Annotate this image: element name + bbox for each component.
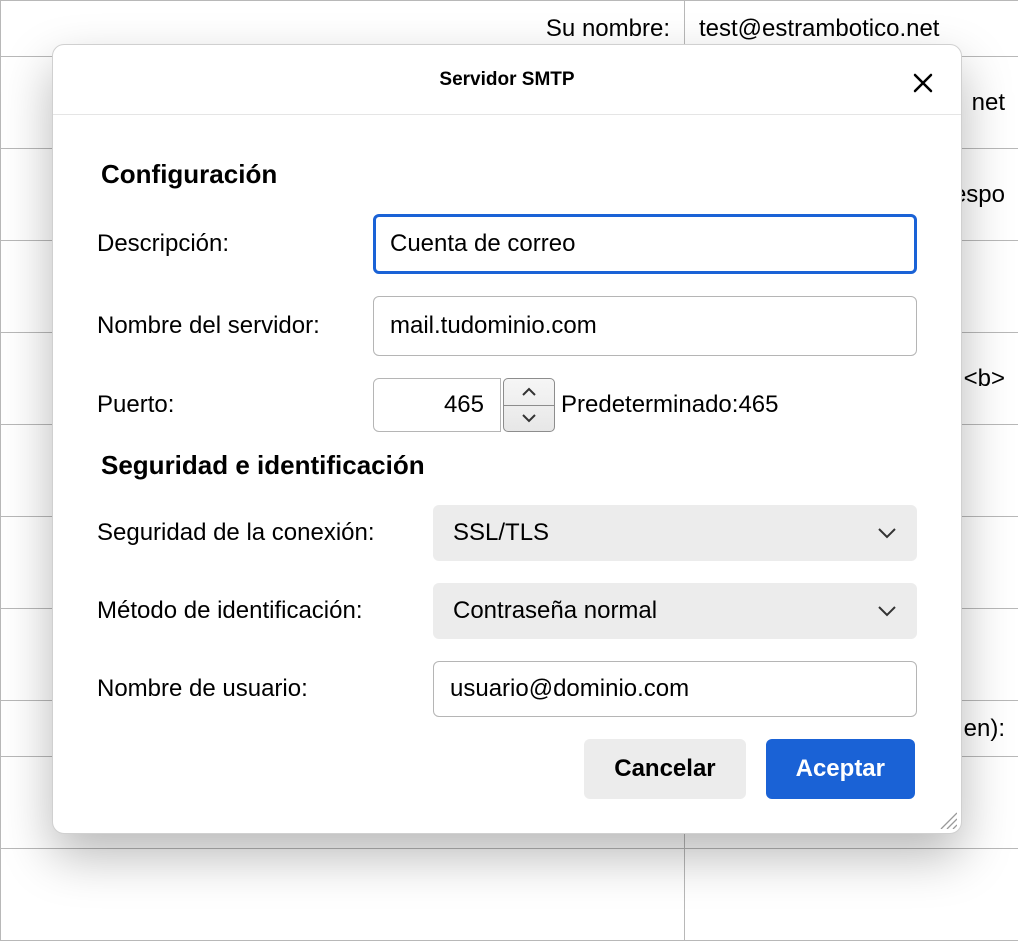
server-name-input[interactable]	[373, 296, 917, 356]
connection-security-value: SSL/TLS	[453, 519, 549, 547]
username-input[interactable]	[433, 661, 917, 717]
connection-security-label: Seguridad de la conexión:	[97, 519, 417, 547]
port-label: Puerto:	[97, 391, 357, 419]
auth-method-value: Contraseña normal	[453, 597, 657, 625]
section-config-title: Configuración	[101, 159, 917, 190]
connection-security-select[interactable]: SSL/TLS	[433, 505, 917, 561]
stepper-up-icon[interactable]	[504, 379, 554, 406]
stepper-down-icon[interactable]	[504, 406, 554, 432]
accept-button[interactable]: Aceptar	[766, 739, 915, 799]
auth-method-select[interactable]: Contraseña normal	[433, 583, 917, 639]
port-stepper[interactable]	[503, 378, 555, 432]
smtp-server-dialog: Servidor SMTP Configuración Descripción:…	[52, 44, 962, 834]
section-security-title: Seguridad e identificación	[101, 450, 917, 481]
close-icon	[912, 72, 934, 94]
cancel-button[interactable]: Cancelar	[584, 739, 745, 799]
description-input[interactable]	[373, 214, 917, 274]
server-name-label: Nombre del servidor:	[97, 312, 357, 340]
close-button[interactable]	[909, 69, 937, 97]
port-input[interactable]	[373, 378, 501, 432]
port-default-value: 465	[738, 391, 778, 418]
resize-grip-icon[interactable]	[937, 809, 957, 829]
dialog-header: Servidor SMTP	[53, 45, 961, 115]
description-label: Descripción:	[97, 230, 357, 258]
chevron-down-icon	[877, 527, 897, 539]
port-default-label: Predeterminado:	[561, 391, 738, 418]
chevron-down-icon	[877, 605, 897, 617]
username-label: Nombre de usuario:	[97, 675, 417, 703]
dialog-title: Servidor SMTP	[439, 69, 574, 91]
auth-method-label: Método de identificación:	[97, 597, 417, 625]
